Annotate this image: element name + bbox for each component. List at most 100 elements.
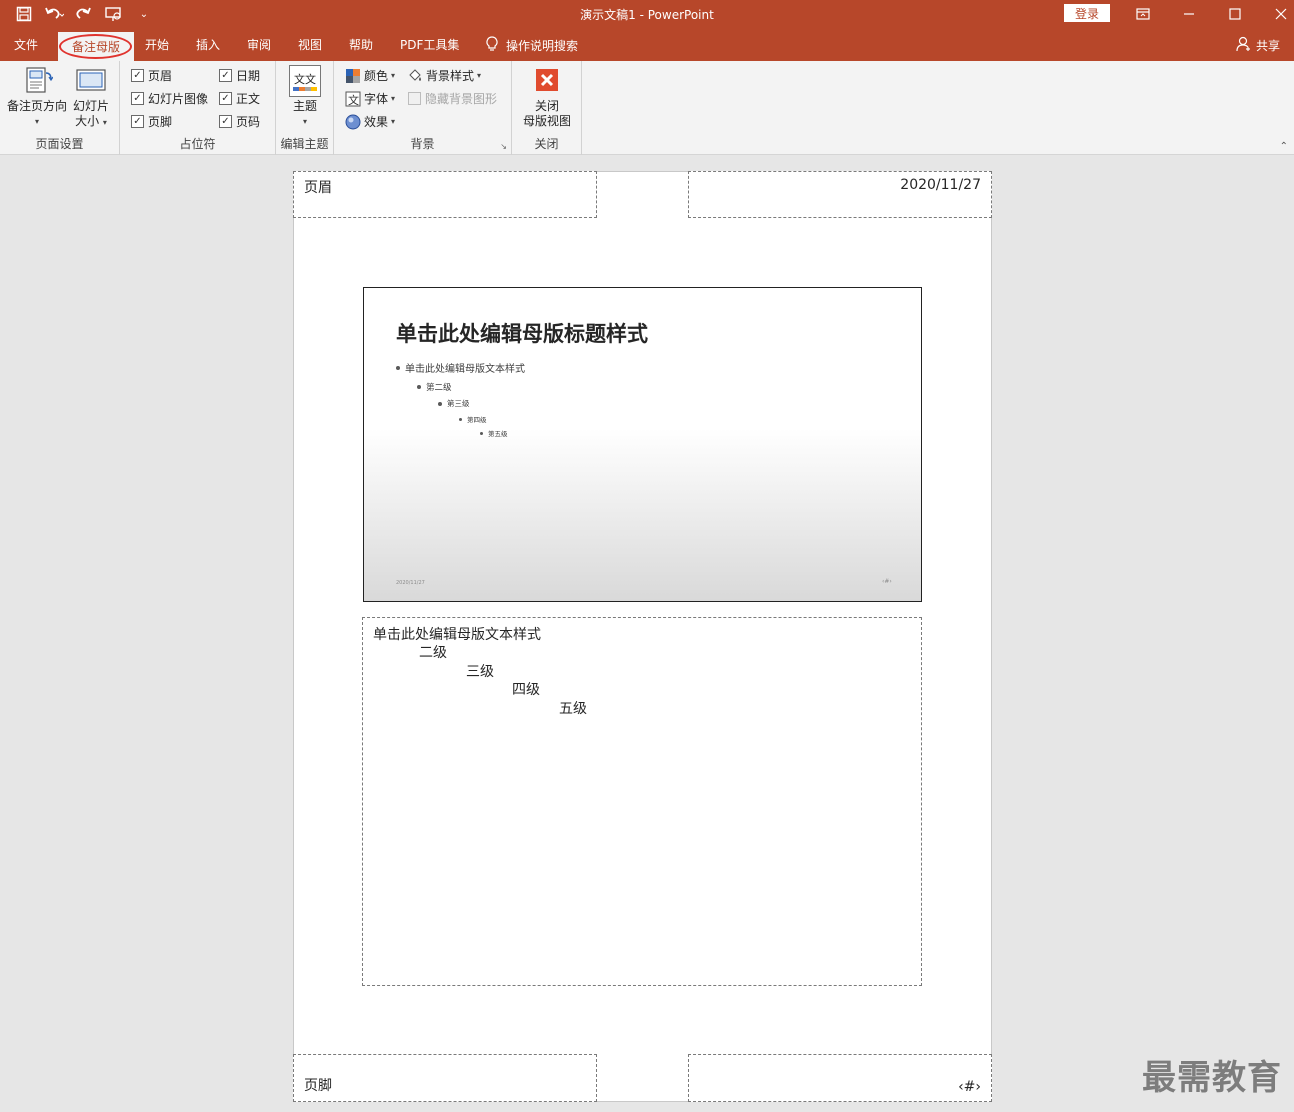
bullet-icon: [480, 431, 483, 435]
slide-size-label-2: 大小 ▾: [75, 114, 107, 130]
slide-bullet-level3-text: 第三级: [447, 399, 470, 408]
close-window-icon[interactable]: [1258, 0, 1294, 28]
notes-level5: 五级: [559, 701, 587, 717]
group-placeholders: ✓ 页眉 ✓ 幻灯片图像 ✓ 页脚 ✓ 日期 ✓ 正文 ✓ 页码 占位符: [120, 61, 276, 155]
colors-button[interactable]: 颜色 ▾: [345, 67, 395, 84]
close-label-2: 母版视图: [522, 114, 571, 128]
date-text: 2020/11/27: [900, 177, 981, 193]
colors-label: 颜色: [364, 69, 389, 83]
checkbox-page-number[interactable]: ✓ 页码: [219, 113, 260, 130]
colors-icon: [346, 68, 360, 83]
tab-notes-master[interactable]: 备注母版: [58, 32, 134, 61]
collapse-ribbon-icon[interactable]: ⌃: [1280, 141, 1288, 152]
group-close: 关闭 母版视图 关闭: [512, 61, 582, 155]
background-styles-button[interactable]: 背景样式 ▾: [407, 67, 481, 84]
login-button[interactable]: 登录: [1064, 4, 1110, 22]
checkbox-hide-background[interactable]: 隐藏背景图形: [408, 90, 497, 107]
title-bar: ⌄ 演示文稿1 - PowerPoint 登录: [0, 0, 1294, 28]
group-label-background: 背景: [410, 137, 435, 151]
background-styles-label: 背景样式: [426, 69, 475, 83]
slide-size-label-1: 幻灯片: [72, 99, 109, 113]
tab-review[interactable]: 审阅: [247, 36, 271, 53]
header-placeholder[interactable]: 页眉: [293, 171, 597, 218]
checkbox-footer-label: 页脚: [148, 115, 173, 129]
header-text: 页眉: [304, 180, 332, 196]
slide-bullet-level3: 第三级: [438, 398, 470, 409]
notes-level1: 单击此处编辑母版文本样式: [373, 627, 541, 643]
minimize-icon[interactable]: [1166, 0, 1212, 28]
slide-size-button[interactable]: 幻灯片 大小 ▾: [70, 65, 112, 130]
footer-text: 页脚: [304, 1078, 332, 1094]
checkbox-page-number-label: 页码: [236, 115, 261, 129]
checkbox-footer[interactable]: ✓ 页脚: [131, 113, 172, 130]
group-background: 颜色 ▾ 文 字体 ▾ 效果 ▾ 背景样式 ▾ 隐藏背景图形 ↘ 背景: [334, 61, 512, 155]
slide-date: 2020/11/27: [396, 580, 425, 586]
theme-button[interactable]: 文文 主题 ▾: [288, 65, 322, 129]
close-master-view-button[interactable]: 关闭 母版视图: [516, 65, 578, 129]
tab-home[interactable]: 开始: [145, 36, 169, 53]
notes-body-placeholder[interactable]: 单击此处编辑母版文本样式 二级 三级 四级 五级: [362, 617, 922, 986]
checkbox-date[interactable]: ✓ 日期: [219, 67, 260, 84]
checkbox-body[interactable]: ✓ 正文: [219, 90, 260, 107]
slide-bullet-level1: 单击此处编辑母版文本样式: [396, 360, 525, 375]
chevron-down-icon: ▾: [102, 118, 107, 127]
ribbon: 备注页方向 ▾ 幻灯片 大小 ▾ 页面设置 ✓ 页眉 ✓ 幻灯片图像 ✓ 页脚 ✓ 日期…: [0, 61, 1294, 155]
maximize-icon[interactable]: [1212, 0, 1258, 28]
fonts-label: 字体: [364, 92, 389, 106]
group-page-setup: 备注页方向 ▾ 幻灯片 大小 ▾ 页面设置: [0, 61, 120, 155]
page-number-placeholder[interactable]: ‹#›: [688, 1054, 992, 1102]
chevron-down-icon: ▾: [391, 117, 396, 126]
check-icon: ✓: [219, 115, 232, 128]
hide-background-label: 隐藏背景图形: [425, 92, 498, 106]
check-icon: ✓: [219, 69, 232, 82]
slide-size-icon: [76, 69, 106, 91]
tab-file[interactable]: 文件: [14, 36, 38, 53]
fonts-icon: 文: [345, 91, 361, 107]
theme-color-strip: [293, 86, 317, 91]
effects-label: 效果: [364, 115, 389, 129]
bullet-icon: [459, 417, 462, 421]
ribbon-display-options-icon[interactable]: [1120, 0, 1166, 28]
checkbox-header[interactable]: ✓ 页眉: [131, 67, 172, 84]
checkbox-slide-image[interactable]: ✓ 幻灯片图像: [131, 90, 208, 107]
group-edit-theme: 文文 主题 ▾ 编辑主题: [276, 61, 334, 155]
share-button[interactable]: 共享: [1236, 36, 1280, 55]
slide-title: 单击此处编辑母版标题样式: [396, 322, 648, 346]
tab-insert[interactable]: 插入: [196, 36, 220, 53]
chevron-down-icon: ▾: [34, 117, 39, 126]
chevron-down-icon: ▾: [302, 117, 307, 126]
slide-bullet-level4-text: 第四级: [467, 416, 487, 424]
check-icon: ✓: [131, 69, 144, 82]
notes-level2: 二级: [419, 645, 447, 661]
theme-label: 主题: [292, 99, 317, 113]
notes-level4: 四级: [512, 682, 540, 698]
checkbox-header-label: 页眉: [148, 69, 173, 83]
group-label-close: 关闭: [534, 137, 559, 151]
paint-bucket-icon: [409, 68, 421, 81]
slide-bullet-level4: 第四级: [459, 414, 487, 424]
footer-placeholder[interactable]: 页脚: [293, 1054, 597, 1102]
slide-image-placeholder[interactable]: 单击此处编辑母版标题样式 单击此处编辑母版文本样式 第二级 第三级 第四级 第五…: [363, 287, 922, 602]
checkbox-body-label: 正文: [236, 92, 261, 106]
notes-page-orientation-button[interactable]: 备注页方向 ▾: [6, 65, 68, 129]
lightbulb-icon: [486, 36, 498, 55]
chevron-down-icon: ▾: [391, 71, 396, 80]
orientation-icon: [26, 67, 53, 93]
group-label-page-setup: 页面设置: [35, 137, 84, 151]
date-placeholder[interactable]: 2020/11/27: [688, 171, 992, 218]
tab-pdf-tools[interactable]: PDF工具集: [400, 36, 459, 53]
ribbon-tab-row: 文件 备注母版 开始 插入 审阅 视图 帮助 PDF工具集 操作说明搜索 共享: [0, 28, 1294, 61]
fonts-button[interactable]: 文 字体 ▾: [345, 90, 395, 107]
bullet-icon: [396, 365, 400, 370]
tab-view[interactable]: 视图: [298, 36, 322, 53]
slide-bullet-level2: 第二级: [417, 381, 452, 393]
tell-me-label: 操作说明搜索: [506, 39, 579, 53]
tell-me-search[interactable]: 操作说明搜索: [486, 36, 578, 55]
watermark: 最需教育: [1142, 1058, 1282, 1098]
slide-bullet-level5: 第五级: [480, 428, 508, 438]
svg-text:文: 文: [348, 93, 359, 107]
checkbox-empty-icon: [408, 92, 421, 105]
tab-help[interactable]: 帮助: [349, 36, 373, 53]
effects-button[interactable]: 效果 ▾: [345, 113, 395, 130]
orientation-label: 备注页方向: [6, 99, 67, 113]
